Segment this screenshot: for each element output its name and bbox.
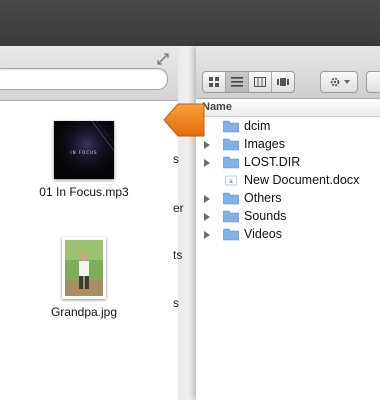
name-column-header[interactable]: Name — [196, 99, 380, 117]
disclosure-triangle-icon[interactable] — [204, 213, 210, 221]
action-menu-button[interactable] — [320, 71, 358, 93]
fullscreen-resize-icon[interactable] — [156, 52, 170, 66]
album-art-text: IN FOCUS — [70, 150, 97, 155]
folder-icon — [223, 192, 239, 205]
disclosure-triangle-icon[interactable] — [204, 231, 210, 239]
file-label: Grandpa.jpg — [50, 305, 118, 319]
list-item[interactable]: Images — [196, 136, 380, 154]
folder-icon — [223, 210, 239, 223]
folder-icon — [223, 120, 239, 133]
file-item-mp3[interactable]: IN FOCUS 01 In Focus.mp3 — [14, 121, 154, 199]
item-name: New Document.docx — [244, 173, 360, 187]
coverflow-view-icon[interactable] — [272, 72, 294, 92]
partial-text: ts — [173, 248, 183, 262]
gear-icon — [330, 77, 339, 87]
audio-album-art-icon: IN FOCUS — [54, 121, 114, 179]
search-field[interactable] — [0, 68, 168, 90]
column-view-icon[interactable] — [249, 72, 272, 92]
icon-view-icon[interactable] — [203, 72, 226, 92]
item-name: LOST.DIR — [244, 155, 301, 169]
toolbar-button-partial[interactable] — [366, 71, 380, 93]
partial-text: s — [173, 152, 179, 166]
partial-text: s — [173, 296, 179, 310]
item-name: dcim — [244, 119, 271, 133]
disclosure-triangle-icon[interactable] — [204, 159, 210, 167]
svg-text:a: a — [229, 178, 233, 185]
item-name: Images — [244, 137, 285, 151]
view-mode-selector[interactable] — [202, 71, 295, 93]
list-item[interactable]: Others — [196, 190, 380, 208]
file-transfer-window: IN FOCUS 01 In Focus.mp3 Grandpa.jpg — [0, 46, 179, 400]
top-window-backdrop — [0, 0, 380, 46]
folder-icon — [223, 228, 239, 241]
drag-pointer-icon — [163, 103, 205, 137]
list-view-icon[interactable] — [226, 72, 249, 92]
item-name: Others — [244, 191, 282, 205]
item-name: Sounds — [244, 209, 287, 223]
column-header-label: Name — [202, 101, 232, 113]
folder-icon — [223, 138, 239, 151]
file-label: 01 In Focus.mp3 — [39, 185, 129, 199]
file-item-jpg[interactable]: Grandpa.jpg — [14, 237, 154, 319]
partial-text: er — [173, 201, 184, 215]
item-name: Videos — [244, 227, 282, 241]
list-item[interactable]: Videos — [196, 226, 380, 244]
left-toolbar — [0, 46, 178, 101]
file-list: dcim Images LOST.DIR a New Document.docx… — [196, 118, 380, 244]
document-icon: a — [225, 175, 237, 186]
disclosure-triangle-icon[interactable] — [204, 141, 210, 149]
list-item[interactable]: dcim — [196, 118, 380, 136]
list-item[interactable]: a New Document.docx — [196, 172, 380, 190]
list-item[interactable]: LOST.DIR — [196, 154, 380, 172]
list-item[interactable]: Sounds — [196, 208, 380, 226]
chevron-down-icon — [343, 80, 350, 84]
finder-toolbar — [196, 46, 380, 99]
disclosure-triangle-icon[interactable] — [204, 195, 210, 203]
finder-window: Name dcim Images LOST.DIR a New Document… — [196, 46, 380, 400]
folder-icon — [223, 156, 239, 169]
photo-thumbnail-icon — [62, 237, 106, 299]
